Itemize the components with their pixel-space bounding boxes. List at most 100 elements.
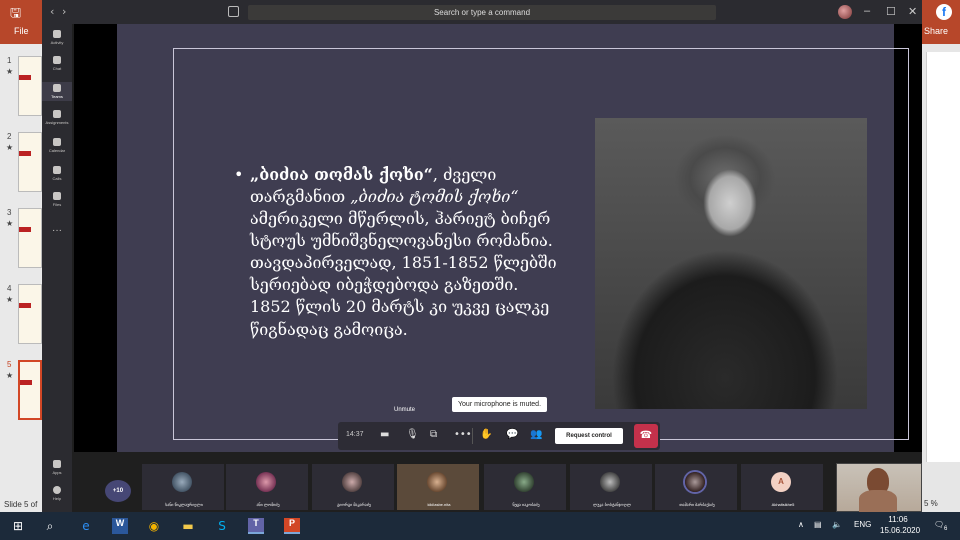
forward-icon[interactable]: › xyxy=(62,5,66,18)
assignments-icon xyxy=(53,110,61,118)
taskbar-clock[interactable]: 11:06 15.06.2020 xyxy=(880,514,921,536)
avatar-initial: A xyxy=(771,472,791,492)
windows-start-icon[interactable]: ⊞ xyxy=(10,518,26,534)
teams-icon xyxy=(53,84,61,92)
chrome-icon[interactable]: ◉ xyxy=(146,518,162,534)
share-button[interactable]: Share xyxy=(924,26,948,36)
desktop: 🖫 File Share f 1 ★ 2 ★ 3 ★ 4 ★ 5 ★ Slide… xyxy=(0,0,960,540)
powerpoint-taskbar-icon[interactable]: P xyxy=(284,518,300,534)
participant-card[interactable]: სანი წიკლაურიელი xyxy=(142,464,224,510)
participant-card[interactable]: გიორგი მაკარაძე xyxy=(312,464,394,510)
file-explorer-icon[interactable]: ▬ xyxy=(180,518,196,534)
animation-star-icon: ★ xyxy=(6,295,14,304)
request-control-button[interactable]: Request control xyxy=(555,428,623,444)
ellipsis-icon: ··· xyxy=(52,225,62,236)
show-participants-icon[interactable]: 👥 xyxy=(530,429,542,440)
teams-window: ‹ › Search or type a command – ☐ ✕ Activ… xyxy=(42,0,922,512)
rail-item-apps[interactable]: Apps xyxy=(42,460,72,475)
slide-count-status: Slide 5 of xyxy=(4,500,38,509)
rail-item-teams[interactable]: Teams xyxy=(42,82,72,101)
rail-item-assignments[interactable]: Assignments xyxy=(42,110,72,125)
apps-icon xyxy=(53,460,61,468)
rail-item-chat[interactable]: Chat xyxy=(42,56,72,71)
more-actions-icon[interactable]: ••• xyxy=(454,429,472,440)
minimize-icon[interactable]: – xyxy=(864,5,870,17)
self-video-preview xyxy=(836,463,922,512)
more-participants-badge[interactable]: +10 xyxy=(105,480,131,502)
animation-star-icon: ★ xyxy=(6,67,14,76)
share-screen-icon[interactable]: ⧉ xyxy=(430,429,437,440)
edge-icon[interactable]: e xyxy=(78,518,94,534)
file-icon xyxy=(53,192,61,200)
bell-icon xyxy=(53,30,61,38)
help-icon xyxy=(53,486,61,494)
show-conversation-icon[interactable]: 💬 xyxy=(506,429,518,440)
participant-video[interactable]: kikilasbe.nita xyxy=(397,464,479,510)
avatar xyxy=(256,472,276,492)
word-icon[interactable]: W xyxy=(112,518,128,534)
participant-card-speaking[interactable]: თამარი ბარბაქაძე xyxy=(655,464,737,510)
teams-app-rail: Activity Chat Teams Assignments Calendar… xyxy=(42,24,72,512)
shared-screen-stage: • „ბიძია თომას ქოხი“, ძველი თარგმანით „ბ… xyxy=(74,24,922,477)
call-controls-bar: 14:37 ▬ 🎙 ⧉ ••• ✋ 💬 👥 Request control ☎ xyxy=(338,422,660,450)
participant-card[interactable]: ლუკა ბოსტანჯოღლ xyxy=(570,464,652,510)
phone-icon xyxy=(53,166,61,174)
search-icon[interactable]: ⌕ xyxy=(42,518,58,534)
zoom-level[interactable]: 5 % xyxy=(924,499,938,508)
teams-taskbar-icon[interactable]: T xyxy=(248,518,264,534)
novel-old-title: „ბიძია ტომის ქოხი“ xyxy=(350,187,519,207)
chat-icon xyxy=(53,56,61,64)
network-icon[interactable]: ▤ xyxy=(814,520,822,529)
rail-item-activity[interactable]: Activity xyxy=(42,30,72,45)
shared-slide: • „ბიძია თომას ქოხი“, ძველი თარგმანით „ბ… xyxy=(117,24,909,452)
avatar xyxy=(172,472,192,492)
maximize-icon[interactable]: ☐ xyxy=(886,5,896,18)
animation-star-icon: ★ xyxy=(6,371,14,380)
volume-icon[interactable]: 🔈 xyxy=(832,520,842,529)
animation-star-icon: ★ xyxy=(6,219,14,228)
slide-body-text: • „ბიძია თომას ქოხი“, ძველი თარგმანით „ბ… xyxy=(234,165,557,339)
more-apps-button[interactable]: ··· xyxy=(42,218,72,237)
rail-item-help[interactable]: Help xyxy=(42,486,72,501)
back-icon[interactable]: ‹ xyxy=(50,5,54,18)
animation-star-icon: ★ xyxy=(6,143,14,152)
avatar xyxy=(514,472,534,492)
bullet-marker: • xyxy=(234,165,244,184)
novel-title: „ბიძია თომას ქოხი“ xyxy=(250,165,433,184)
notification-center-icon[interactable]: 🗨 xyxy=(934,520,944,529)
avatar xyxy=(342,472,362,492)
file-tab[interactable]: File xyxy=(14,26,29,36)
powerpoint-slide-canvas xyxy=(926,52,960,462)
portrait-photo xyxy=(595,118,867,409)
calendar-icon xyxy=(53,138,61,146)
participant-card[interactable]: ნუცა იაკობაძე xyxy=(484,464,566,510)
participant-card[interactable]: ანი ლომიძე xyxy=(226,464,308,510)
unmute-tooltip: Unmute xyxy=(394,407,416,413)
notification-count: 6 xyxy=(944,526,948,532)
rail-item-files[interactable]: Files xyxy=(42,192,72,207)
hang-up-button[interactable]: ☎ xyxy=(634,424,658,448)
windows-taskbar: ⊞ ⌕ e W ◉ ▬ S T P ∧ ▤ 🔈 ENG 🗨 6 xyxy=(0,512,960,540)
search-input[interactable]: Search or type a command xyxy=(248,5,716,20)
clock-time: 11:06 xyxy=(888,515,908,524)
phone-hangup-icon: ☎ xyxy=(639,430,653,441)
participant-card[interactable]: A Akhaltsikhe5 xyxy=(741,464,823,510)
skype-icon[interactable]: S xyxy=(214,518,230,534)
rail-item-calendar[interactable]: Calendar xyxy=(42,138,72,153)
slide-thumbnail-pane: 1 ★ 2 ★ 3 ★ 4 ★ 5 ★ xyxy=(0,44,42,512)
user-avatar[interactable] xyxy=(838,5,852,19)
tray-overflow-icon[interactable]: ∧ xyxy=(798,520,804,529)
participant-strip: +10 სანი წიკლაურიელი ანი ლომიძე გიორგი მ… xyxy=(72,462,922,512)
camera-toggle-icon[interactable]: ▬ xyxy=(380,429,389,440)
close-icon[interactable]: ✕ xyxy=(908,5,917,18)
clock-date: 15.06.2020 xyxy=(880,526,921,535)
avatar xyxy=(600,472,620,492)
save-icon[interactable]: 🖫 xyxy=(10,4,21,26)
rail-item-calls[interactable]: Calls xyxy=(42,166,72,181)
microphone-muted-icon[interactable]: 🎙 xyxy=(406,429,419,440)
raise-hand-icon[interactable]: ✋ xyxy=(480,429,492,440)
compose-icon[interactable] xyxy=(228,6,239,17)
input-language[interactable]: ENG xyxy=(854,520,871,529)
microphone-muted-tooltip: Your microphone is muted. xyxy=(452,397,548,412)
avatar xyxy=(685,472,705,492)
